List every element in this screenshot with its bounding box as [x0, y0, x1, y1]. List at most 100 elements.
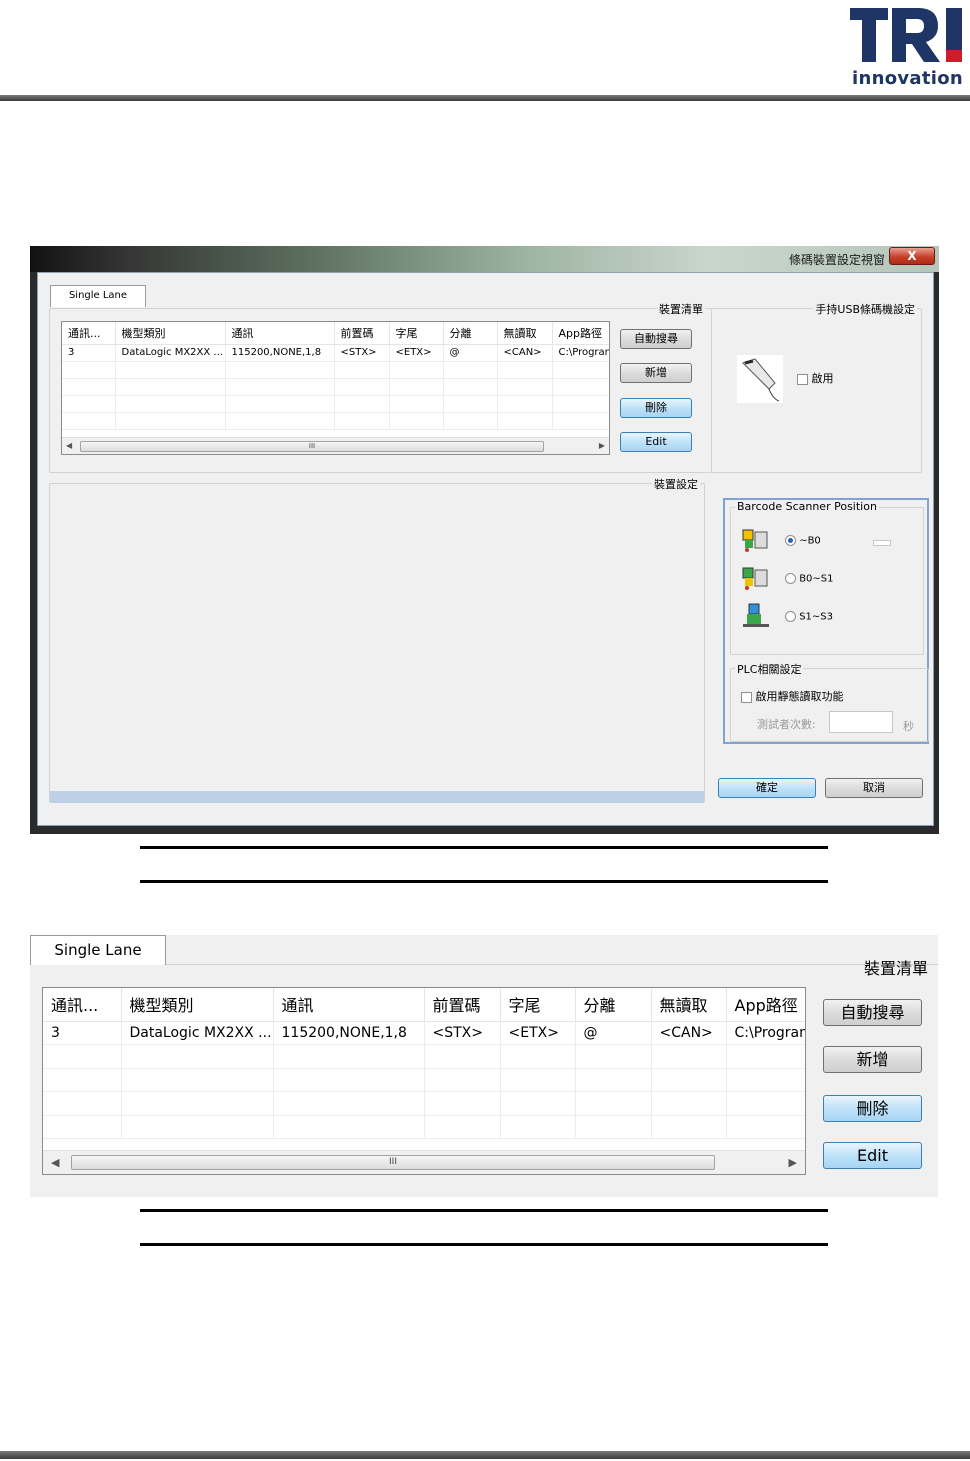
table-row-empty: [43, 1091, 805, 1116]
plc-retry-input[interactable]: [829, 711, 893, 733]
device-list-title: 裝置清單: [863, 959, 928, 978]
position-label: B0~S1: [799, 573, 834, 585]
column-header[interactable]: 無讀取: [651, 988, 727, 1022]
device-settings-title: 裝置設定: [652, 476, 700, 492]
usb-enable-checkbox[interactable]: 啟用: [797, 370, 834, 386]
dialog-titlebar[interactable]: 條碼裝置設定視窗 X: [30, 246, 939, 272]
column-header[interactable]: App路徑: [552, 322, 609, 345]
position-option-b0-s1[interactable]: B0~S1: [785, 573, 834, 585]
scroll-right-icon[interactable]: ▶: [789, 1156, 797, 1169]
device-list-zoom: Single Lane 裝置清單 通訊... 機型類別 通訊 前置碼 字尾 分離…: [30, 935, 938, 1197]
device-list-title: 裝置清單: [657, 301, 705, 317]
scroll-left-icon[interactable]: ◀: [51, 1156, 59, 1169]
plc-retry-label: 測試者次數:: [757, 718, 816, 731]
horizontal-scrollbar[interactable]: ◀ III ▶: [62, 437, 609, 454]
cancel-button[interactable]: 取消: [825, 778, 923, 798]
column-header[interactable]: 通訊...: [43, 988, 122, 1022]
ok-button[interactable]: 確定: [718, 778, 816, 798]
tab-single-lane[interactable]: Single Lane: [30, 935, 166, 965]
scanner-position-s1-s3-icon: [743, 603, 769, 627]
cell: <STX>: [334, 344, 390, 362]
scrollbar-thumb[interactable]: III: [80, 441, 544, 452]
column-header[interactable]: 通訊...: [62, 322, 116, 345]
device-table[interactable]: 通訊... 機型類別 通訊 前置碼 字尾 分離 無讀取 App路徑 3 Data…: [61, 321, 610, 455]
column-header[interactable]: 字尾: [500, 988, 576, 1022]
cell: 115200,NONE,1,8: [273, 1021, 425, 1045]
tab-strip: Single Lane: [30, 935, 938, 965]
table-row-empty: [43, 1068, 805, 1092]
cell: <CAN>: [651, 1021, 727, 1045]
plc-static-read-checkbox[interactable]: 啟用靜態讀取功能: [741, 688, 844, 704]
checkbox-icon[interactable]: [741, 691, 752, 703]
settings-bottom-strip: [50, 791, 704, 803]
device-settings-group: 裝置設定: [49, 476, 705, 803]
cell: <STX>: [424, 1021, 501, 1045]
close-icon: X: [907, 249, 917, 263]
usb-group-title: 手持USB條碼機設定: [813, 301, 917, 317]
position-option-s1-s3[interactable]: S1~S3: [785, 611, 833, 623]
radio-icon[interactable]: [785, 611, 796, 622]
column-header[interactable]: 字尾: [389, 322, 444, 345]
scroll-left-icon[interactable]: ◀: [66, 441, 72, 450]
auto-search-button[interactable]: 自動搜尋: [823, 999, 922, 1026]
caption-rule: [140, 880, 828, 883]
scanner-position-panel: Barcode Scanner Position ~B0 B0~S1 S1~S3…: [723, 498, 929, 744]
column-header[interactable]: 通訊: [273, 988, 425, 1022]
cell: DataLogic MX2XX ...: [121, 1021, 274, 1045]
table-row[interactable]: 3 DataLogic MX2XX ... 115200,NONE,1,8 <S…: [43, 1021, 805, 1045]
delete-button[interactable]: 刪除: [823, 1095, 922, 1122]
table-row-empty: [62, 378, 609, 396]
scrollbar-thumb[interactable]: III: [71, 1155, 715, 1170]
table-row-empty: [62, 361, 609, 379]
table-row-empty: [43, 1115, 805, 1139]
position-title: Barcode Scanner Position: [735, 500, 879, 513]
plc-retry-unit: 秒: [903, 720, 914, 733]
column-header[interactable]: App路徑: [726, 988, 805, 1022]
device-table[interactable]: 通訊... 機型類別 通訊 前置碼 字尾 分離 無讀取 App路徑 3 Data…: [42, 987, 806, 1175]
auto-search-button[interactable]: 自動搜尋: [620, 329, 692, 349]
position-label: S1~S3: [799, 611, 833, 623]
radio-icon[interactable]: [785, 573, 796, 584]
tri-logo-mark-icon: [850, 8, 962, 62]
edit-button[interactable]: Edit: [620, 432, 692, 452]
position-option-b0[interactable]: ~B0: [785, 535, 821, 547]
logo-wordmark: innovation: [852, 68, 963, 89]
add-button[interactable]: 新增: [620, 363, 692, 383]
dialog-client-area: Single Lane 裝置清單 通訊... 機型類別 通訊 前置碼 字尾 分離…: [37, 272, 934, 826]
add-button[interactable]: 新增: [823, 1046, 922, 1073]
cell: @: [443, 344, 498, 362]
scanner-position-b0-s1-icon: [742, 567, 768, 590]
table-header-row: 通訊... 機型類別 通訊 前置碼 字尾 分離 無讀取 App路徑: [43, 988, 805, 1022]
column-header[interactable]: 機型類別: [115, 322, 226, 345]
delete-button[interactable]: 刪除: [620, 398, 692, 418]
cell: 115200,NONE,1,8: [225, 344, 335, 362]
scroll-right-icon[interactable]: ▶: [599, 441, 605, 450]
edit-button[interactable]: Edit: [823, 1142, 922, 1169]
tab-single-lane[interactable]: Single Lane: [50, 285, 146, 307]
tri-innovation-logo: innovation: [848, 4, 966, 89]
horizontal-scrollbar[interactable]: ◀ III ▶: [43, 1150, 805, 1174]
cell: <ETX>: [389, 344, 444, 362]
column-header[interactable]: 分離: [575, 988, 652, 1022]
checkbox-icon[interactable]: [797, 373, 808, 385]
cell: C:\Progran: [552, 344, 609, 362]
plc-title: PLC相關設定: [735, 661, 804, 677]
column-header[interactable]: 前置碼: [334, 322, 390, 345]
column-header[interactable]: 前置碼: [424, 988, 501, 1022]
close-button[interactable]: X: [889, 247, 935, 265]
usb-enable-label: 啟用: [811, 372, 834, 385]
cell: <CAN>: [497, 344, 553, 362]
scanner-position-b0-icon: [742, 529, 768, 552]
caption-rule: [140, 1243, 828, 1246]
column-header[interactable]: 無讀取: [497, 322, 553, 345]
cell: @: [575, 1021, 652, 1045]
column-header[interactable]: 分離: [443, 322, 498, 345]
radio-icon[interactable]: [785, 535, 796, 546]
dialog-title: 條碼裝置設定視窗: [788, 253, 885, 267]
column-header[interactable]: 通訊: [225, 322, 335, 345]
table-row[interactable]: 3 DataLogic MX2XX ... 115200,NONE,1,8 <S…: [62, 344, 609, 362]
caption-rule: [140, 846, 828, 849]
table-row-empty: [43, 1044, 805, 1069]
column-header[interactable]: 機型類別: [121, 988, 274, 1022]
cell: <ETX>: [500, 1021, 576, 1045]
